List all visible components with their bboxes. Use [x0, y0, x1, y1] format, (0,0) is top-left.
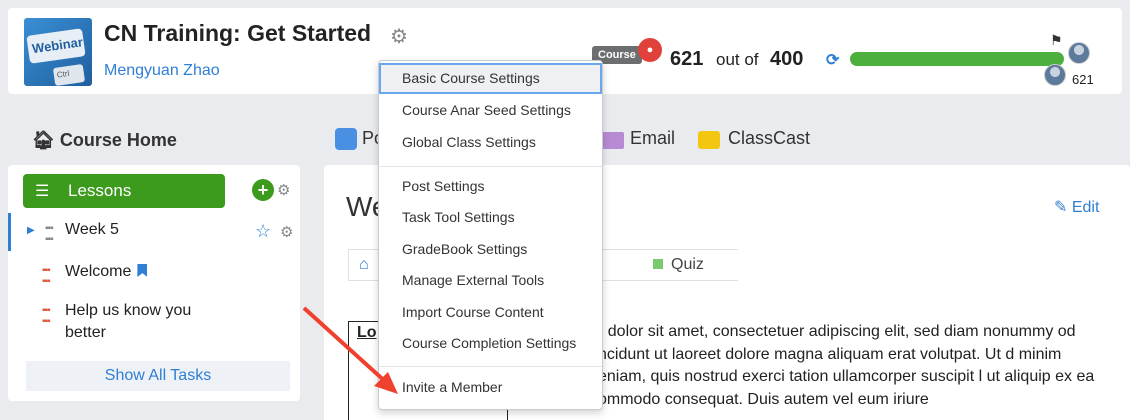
arrow-shaft — [302, 306, 390, 386]
edit-label: Edit — [1071, 199, 1100, 216]
avatar[interactable] — [1068, 42, 1090, 64]
body-text: m dolor sit amet, consectetuer adipiscin… — [590, 323, 1095, 408]
menu-item-course-anar-seed-settings[interactable]: Course Anar Seed Settings — [379, 95, 602, 126]
star-icon[interactable]: ☆ — [255, 221, 271, 242]
edit-link[interactable]: ✎ Edit — [1054, 197, 1099, 217]
menu-divider — [379, 366, 602, 367]
logo-key: Webinar — [26, 28, 86, 64]
bookmark-icon — [137, 264, 148, 277]
drag-handle-icon[interactable]: ▪▪▪ ▪▪▪ — [45, 223, 54, 245]
sidebar-item-help-us[interactable]: Help us know you better — [65, 300, 235, 344]
post-icon[interactable] — [335, 128, 357, 150]
menu-divider — [379, 166, 602, 167]
out-of-label: out of — [716, 50, 759, 69]
menu-item-course-completion-settings[interactable]: Course Completion Settings — [379, 328, 602, 359]
course-logo: Webinar Ctrl — [24, 18, 92, 86]
tab-classcast[interactable]: ClassCast — [728, 128, 810, 149]
logo-key-ctrl: Ctrl — [52, 63, 86, 86]
annotation-arrow — [302, 306, 398, 394]
gear-icon[interactable]: ⚙ — [390, 24, 408, 49]
flag-icon: ⚑ — [1050, 32, 1063, 48]
menu-item-manage-external-tools[interactable]: Manage External Tools — [379, 265, 602, 296]
gear-icon[interactable]: ⚙ — [280, 223, 293, 241]
breadcrumb-quiz[interactable]: Quiz — [653, 256, 704, 274]
menu-item-gradebook-settings[interactable]: GradeBook Settings — [379, 234, 602, 265]
task-icon: ▪▪▪ ▪▪▪ — [42, 305, 51, 327]
sidebar-item-label: Welcome — [65, 263, 132, 280]
pencil-icon: ✎ — [1054, 199, 1072, 216]
list-icon: ☰ — [35, 183, 50, 200]
home-icon: 🏠︎ — [32, 130, 60, 150]
course-home-link[interactable]: 🏠︎ Course Home — [32, 130, 177, 151]
menu-item-post-settings[interactable]: Post Settings — [379, 171, 602, 202]
author-link[interactable]: Mengyuan Zhao — [104, 62, 220, 80]
progress-bar — [850, 52, 1064, 66]
refresh-icon[interactable]: ⟳ — [826, 50, 839, 70]
lessons-button[interactable]: ☰ Lessons — [23, 174, 225, 208]
menu-item-invite-a-member[interactable]: Invite a Member — [379, 372, 602, 403]
total-value: 400 — [770, 48, 804, 70]
menu-item-task-tool-settings[interactable]: Task Tool Settings — [379, 202, 602, 233]
menu-item-basic-course-settings[interactable]: Basic Course Settings — [379, 63, 602, 94]
sidebar-item-welcome[interactable]: Welcome — [65, 261, 148, 283]
menu-item-global-class-settings[interactable]: Global Class Settings — [379, 127, 602, 158]
score-value: 621 — [670, 48, 704, 70]
task-icon: ▪▪▪ ▪▪▪ — [42, 265, 51, 287]
add-icon[interactable]: + — [252, 179, 274, 201]
lessons-label: Lessons — [68, 181, 132, 200]
sidebar-item-label: Week 5 — [65, 221, 119, 238]
expand-triangle-icon[interactable]: ▶ — [27, 225, 35, 236]
email-icon[interactable] — [600, 132, 624, 149]
camera-icon[interactable] — [698, 131, 720, 149]
show-all-tasks-button[interactable]: Show All Tasks — [26, 361, 290, 391]
home-icon[interactable]: ⌂ — [359, 256, 369, 274]
sidebar-item-week-5[interactable]: ▶ ▪▪▪ ▪▪▪ Week 5 ☆ ⚙ — [8, 213, 300, 251]
seed-icon: ● — [638, 38, 662, 62]
rank-score: 621 — [1072, 72, 1094, 87]
settings-dropdown: Basic Course Settings Course Anar Seed S… — [378, 60, 603, 410]
gear-icon[interactable]: ⚙ — [277, 181, 290, 199]
menu-item-import-course-content[interactable]: Import Course Content — [379, 297, 602, 328]
tab-email[interactable]: Email — [630, 128, 675, 149]
course-home-label: Course Home — [59, 130, 177, 150]
breadcrumb-quiz-label: Quiz — [671, 256, 704, 273]
quiz-square-icon — [653, 259, 663, 269]
avatar-small[interactable] — [1044, 64, 1066, 86]
course-title: CN Training: Get Started — [104, 20, 372, 46]
lessons-panel: ☰ Lessons + ⚙ ▶ ▪▪▪ ▪▪▪ Week 5 ☆ ⚙ ▪▪▪ ▪▪▪… — [8, 165, 300, 401]
